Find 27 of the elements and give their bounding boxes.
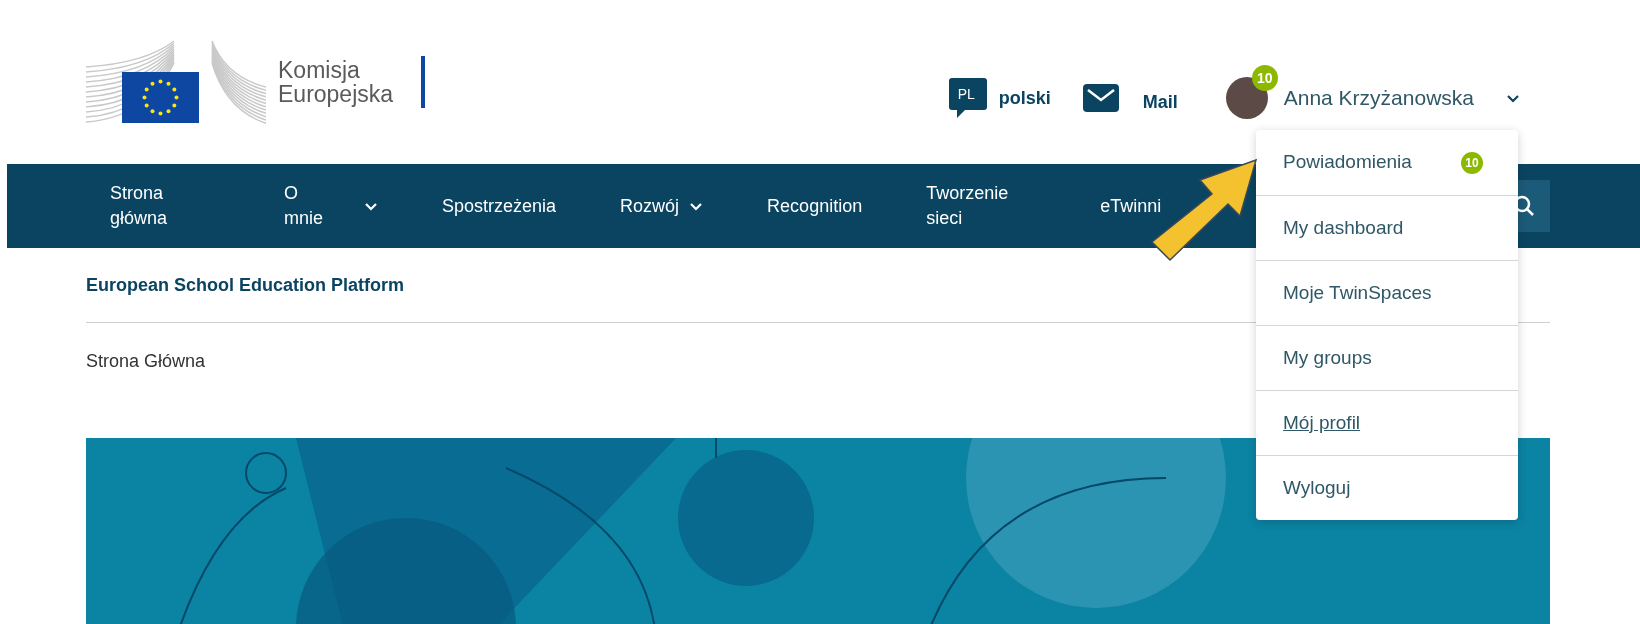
breadcrumb[interactable]: Strona Główna [86,351,206,371]
chevron-down-icon [689,201,704,211]
menu-item[interactable]: Moje TwinSpaces [1256,260,1518,325]
menu-item[interactable]: My dashboard [1256,195,1518,260]
nav-item[interactable]: Rozwój [620,193,704,219]
nav-item[interactable]: Spostrzeżenia [442,193,557,219]
nav-item[interactable]: Tworzenie sieci [926,181,1037,231]
menu-item[interactable]: Powiadomienia 10 [1256,130,1518,195]
notification-badge: 10 [1461,151,1483,174]
site-title: European School Education Platform [86,273,405,297]
notification-badge: 10 [1251,65,1278,91]
chevron-down-icon [364,201,378,211]
mail-icon[interactable] [1082,84,1119,112]
language-link[interactable]: polski [998,84,1051,112]
nav-item[interactable]: Recognition [767,193,863,219]
menu-item[interactable]: My groups [1256,325,1518,390]
logo-text: Europejska [278,82,394,106]
chevron-down-icon [1506,93,1520,103]
user-name[interactable]: Anna Krzyżanowska [1283,82,1474,114]
menu-item[interactable]: Mój profil [1256,390,1518,455]
language-bubble-icon [948,78,987,118]
nav-item[interactable]: O mnie [284,181,378,231]
language-code: PL [957,85,975,104]
nav-item[interactable]: eTwinni [1100,193,1162,219]
nav-item[interactable]: Strona główna [110,181,220,231]
mail-link[interactable]: Mail [1142,88,1178,116]
menu-item[interactable]: Wyloguj [1256,455,1518,520]
